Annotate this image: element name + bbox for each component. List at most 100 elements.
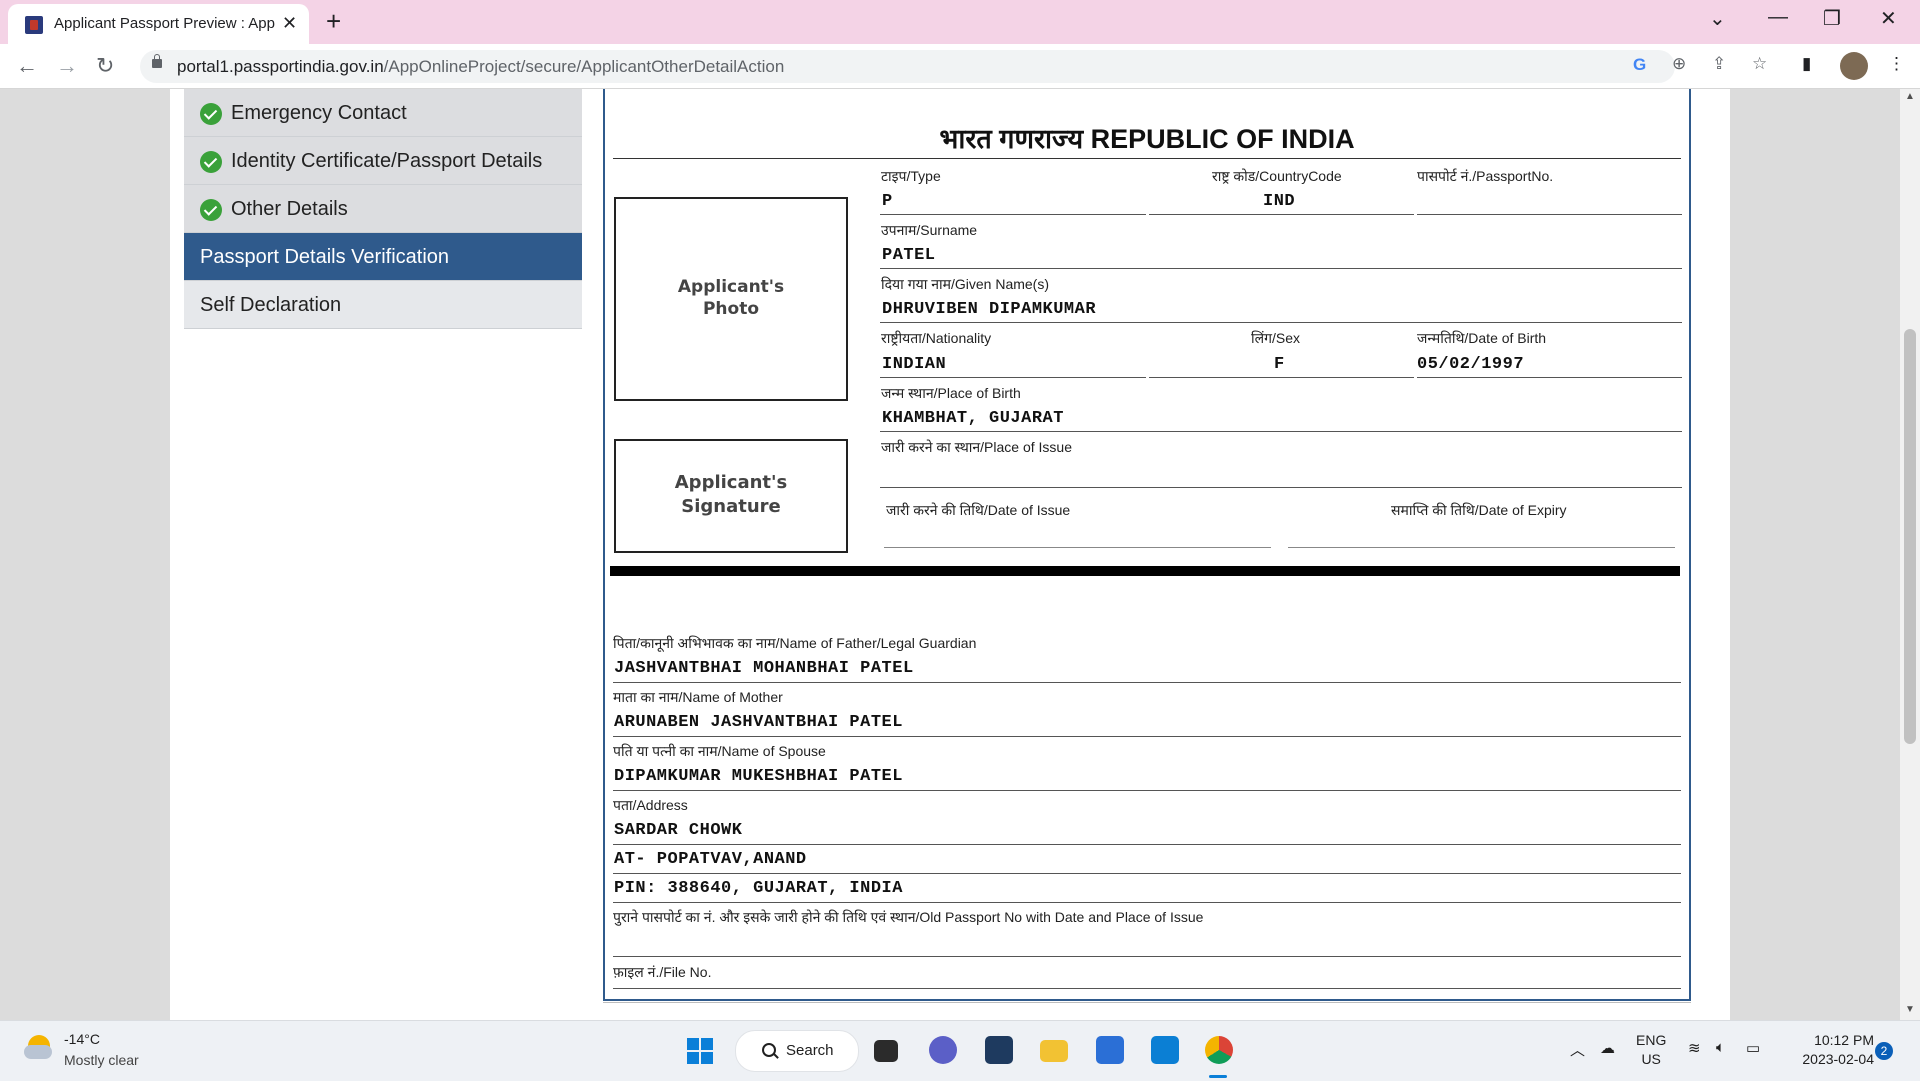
search-icon	[762, 1043, 776, 1057]
page-scrollbar[interactable]: ▲ ▼	[1900, 89, 1920, 1020]
microsoft-store-icon[interactable]	[1096, 1036, 1124, 1064]
section-divider	[610, 566, 1680, 576]
doi-label: जारी करने की तिथि/Date of Issue	[886, 502, 1071, 518]
app-icon[interactable]	[1151, 1036, 1179, 1064]
given-name-label: दिया गया नाम/Given Name(s)	[881, 276, 1050, 292]
clock[interactable]: 10:12 PM 2023-02-04	[1788, 1031, 1874, 1069]
sidebar-item-self-declaration[interactable]: Self Declaration	[184, 281, 582, 329]
scroll-thumb[interactable]	[1904, 329, 1916, 744]
field-rule	[880, 377, 1146, 378]
browser-tab[interactable]: Applicant Passport Preview : Application…	[8, 4, 309, 44]
sidebar-item-emergency-contact[interactable]: Emergency Contact	[184, 89, 582, 137]
field-rule	[880, 268, 1682, 269]
title-rule	[613, 158, 1681, 159]
field-rule	[880, 487, 1682, 488]
onedrive-cloud-icon[interactable]: ☁	[1600, 1039, 1615, 1057]
wifi-icon[interactable]: ≋	[1688, 1039, 1701, 1057]
task-view-icon[interactable]	[874, 1040, 898, 1062]
given-name-value: DHRUVIBEN DIPAMKUMAR	[882, 300, 1097, 319]
menu-icon[interactable]: ⋮	[1888, 54, 1905, 74]
sex-label: लिंग/Sex	[1251, 330, 1301, 346]
field-rule	[1417, 377, 1682, 378]
signature-caption: Applicant's Signature	[674, 472, 788, 517]
windows-taskbar: -14°C Mostly clear Search ︿ ☁ ENG US ≋ 🔈︎…	[0, 1020, 1920, 1081]
chrome-icon[interactable]	[1205, 1036, 1233, 1064]
scroll-up-icon[interactable]: ▲	[1905, 91, 1915, 102]
sidebar-item-label: Passport Details Verification	[200, 246, 450, 268]
field-rule	[613, 844, 1681, 845]
field-rule	[613, 873, 1681, 874]
address-line-3: PIN: 388640, GUJARAT, INDIA	[614, 879, 903, 898]
type-label: टाइप/Type	[881, 168, 941, 184]
passport-preview: भारत गणराज्य REPUBLIC OF INDIA Applicant…	[603, 89, 1691, 1001]
zoom-icon[interactable]: ⊕	[1672, 54, 1686, 74]
dob-value: 05/02/1997	[1417, 355, 1525, 374]
sidebar-item-identity-certificate[interactable]: Identity Certificate/Passport Details	[184, 137, 582, 185]
forward-icon[interactable]: →	[56, 53, 78, 79]
language-indicator[interactable]: ENG US	[1636, 1031, 1666, 1069]
field-rule	[1149, 377, 1414, 378]
back-icon[interactable]: ←	[16, 53, 38, 79]
photo-caption: Applicant's Photo	[677, 277, 785, 319]
applicant-signature-placeholder: Applicant's Signature	[614, 439, 848, 553]
volume-icon[interactable]: 🔈︎	[1716, 1039, 1725, 1056]
close-tab-icon[interactable]: ✕	[282, 13, 297, 34]
sidebar-item-label: Identity Certificate/Passport Details	[231, 150, 543, 172]
restore-icon[interactable]: ❐	[1823, 6, 1841, 31]
passport-no-label: पासपोर्ट नं./PassportNo.	[1417, 168, 1554, 184]
passport-title: भारत गणराज्य REPUBLIC OF INDIA	[939, 124, 1355, 154]
file-no-label: फ़ाइल नं./File No.	[613, 964, 712, 980]
google-icon[interactable]: G	[1633, 55, 1646, 75]
preview-footer-rule	[603, 1002, 1691, 1003]
application-steps-sidebar: Emergency Contact Identity Certificate/P…	[184, 89, 582, 329]
windows-start-icon[interactable]	[687, 1038, 713, 1064]
sex-value: F	[1274, 355, 1285, 374]
mother-value: ARUNABEN JASHVANTBHAI PATEL	[614, 713, 903, 732]
share-icon[interactable]: ⇪	[1712, 54, 1726, 74]
spouse-value: DIPAMKUMAR MUKESHBHAI PATEL	[614, 767, 903, 786]
field-rule	[1417, 214, 1682, 215]
tab-title: Applicant Passport Preview : Application	[54, 15, 276, 32]
mother-label: माता का नाम/Name of Mother	[613, 689, 783, 705]
close-window-icon[interactable]: ✕	[1880, 6, 1897, 31]
file-explorer-icon[interactable]	[1040, 1040, 1068, 1062]
profile-avatar[interactable]	[1840, 52, 1868, 80]
surname-value: PATEL	[882, 246, 936, 265]
star-icon[interactable]: ☆	[1752, 54, 1767, 74]
scroll-down-icon[interactable]: ▼	[1905, 1004, 1915, 1015]
sidebar-item-label: Self Declaration	[200, 294, 342, 316]
url-text[interactable]: portal1.passportindia.gov.in/AppOnlinePr…	[177, 57, 784, 77]
sidepanel-icon[interactable]: ▮	[1802, 54, 1811, 74]
url-omnibox[interactable]: portal1.passportindia.gov.in/AppOnlinePr…	[140, 50, 1675, 83]
old-passport-label: पुराने पासपोर्ट का नं. और इसके जारी होने…	[613, 909, 1204, 925]
weather-moon-cloud-icon[interactable]	[24, 1033, 54, 1063]
tab-bar: Applicant Passport Preview : Application…	[0, 0, 1920, 44]
lock-icon[interactable]	[152, 54, 162, 68]
sidebar-item-other-details[interactable]: Other Details	[184, 185, 582, 233]
applicant-photo-placeholder: Applicant's Photo	[614, 197, 848, 401]
notification-badge[interactable]: 2	[1875, 1042, 1893, 1060]
reload-icon[interactable]: ↻	[96, 53, 114, 79]
check-circle-icon	[200, 103, 222, 125]
show-hidden-icons-chevron-icon[interactable]: ︿	[1570, 1039, 1585, 1060]
minimize-icon[interactable]: —	[1768, 6, 1788, 29]
field-rule	[613, 902, 1681, 903]
field-rule	[884, 547, 1271, 548]
search-label: Search	[786, 1042, 834, 1059]
teams-chat-icon[interactable]	[929, 1036, 957, 1064]
field-rule	[880, 431, 1682, 432]
app-icon[interactable]	[985, 1036, 1013, 1064]
address-line-2: AT- POPATVAV,ANAND	[614, 850, 807, 869]
field-rule	[613, 682, 1681, 683]
weather-temperature[interactable]: -14°C	[64, 1031, 100, 1047]
passport-seva-favicon-icon	[25, 16, 43, 34]
weather-description[interactable]: Mostly clear	[64, 1052, 139, 1068]
sidebar-item-passport-details-verification[interactable]: Passport Details Verification	[184, 233, 582, 281]
tab-search-chevron-icon[interactable]: ⌄	[1709, 6, 1726, 31]
taskbar-search-button[interactable]: Search	[735, 1030, 859, 1072]
spouse-label: पति या पत्नी का नाम/Name of Spouse	[613, 743, 826, 759]
battery-icon[interactable]: ▭	[1746, 1039, 1760, 1057]
field-rule	[613, 790, 1681, 791]
new-tab-button[interactable]: +	[326, 6, 341, 37]
doe-label: समाप्ति की तिथि/Date of Expiry	[1391, 502, 1567, 518]
